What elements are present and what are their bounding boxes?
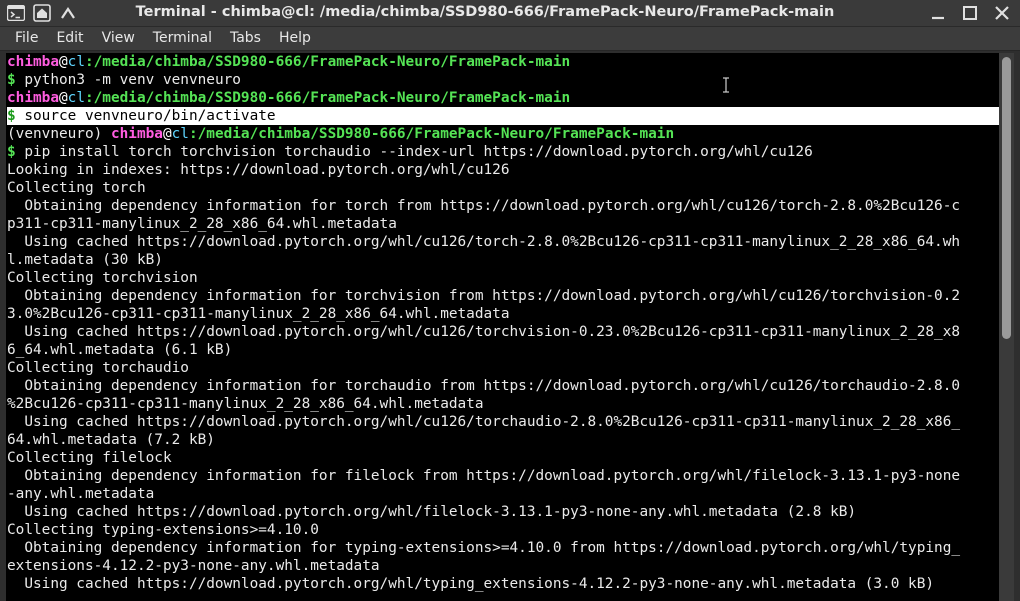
terminal-line: Obtaining dependency information for tor… — [7, 287, 999, 305]
terminal-line: p311-cp311-manylinux_2_28_x86_64.whl.met… — [7, 215, 999, 233]
prompt-at: @ — [162, 126, 172, 142]
output-text: %2Bcu126-cp311-cp311-manylinux_2_28_x86_… — [7, 396, 484, 412]
menu-file[interactable]: File — [6, 27, 47, 50]
output-text: Collecting torchvision — [7, 270, 198, 286]
terminal-line: 6_64.whl.metadata (6.1 kB) — [7, 341, 999, 359]
prompt-symbol: $ — [7, 72, 16, 88]
terminal-line: %2Bcu126-cp311-cp311-manylinux_2_28_x86_… — [7, 395, 999, 413]
output-text: 6_64.whl.metadata (6.1 kB) — [7, 342, 233, 358]
terminal-line: Collecting torchvision — [7, 269, 999, 287]
terminal-line: Using cached https://download.pytorch.or… — [7, 413, 999, 431]
output-text: Collecting torch — [7, 180, 146, 196]
command-text: python3 -m venv venvneuro — [15, 72, 241, 88]
terminal-line: (venvneuro) chimba@cl:/media/chimba/SSD9… — [7, 125, 999, 143]
output-text: Using cached https://download.pytorch.or… — [7, 414, 961, 430]
output-text: Using cached https://download.pytorch.or… — [7, 324, 961, 340]
prompt-symbol: $ — [7, 144, 16, 160]
prompt-path: :/media/chimba/SSD980-666/FramePack-Neur… — [188, 126, 675, 142]
window-menu-icon[interactable] — [32, 3, 52, 23]
terminal-line: Using cached https://download.pytorch.or… — [7, 575, 999, 593]
terminal-line: Using cached https://download.pytorch.or… — [7, 503, 999, 521]
mouse-ibeam-cursor-icon — [723, 77, 729, 93]
output-text: Obtaining dependency information for tor… — [7, 378, 961, 394]
prompt-symbol: $ — [7, 108, 16, 124]
output-text: l.metadata (30 kB) — [7, 252, 163, 268]
terminal-line: $ python3 -m venv venvneuro — [7, 71, 999, 89]
vertical-scrollbar[interactable] — [999, 53, 1014, 601]
output-text: Collecting typing-extensions>=4.10.0 — [7, 522, 319, 538]
terminal-line: chimba@cl:/media/chimba/SSD980-666/Frame… — [7, 53, 999, 71]
prompt-path: :/media/chimba/SSD980-666/FramePack-Neur… — [84, 54, 571, 70]
prompt-user: chimba — [110, 126, 163, 142]
output-text: Using cached https://download.pytorch.or… — [7, 504, 857, 520]
output-text: Collecting torchaudio — [7, 360, 189, 376]
terminal-icon[interactable] — [6, 3, 26, 23]
command-text: pip install torch torchvision torchaudio… — [15, 144, 813, 160]
terminal-line: -any.whl.metadata — [7, 485, 999, 503]
terminal-line: Obtaining dependency information for tor… — [7, 197, 999, 215]
terminal-line: $ pip install torch torchvision torchaud… — [7, 143, 999, 161]
output-text: extensions-4.12.2-py3-none-any.whl.metad… — [7, 558, 380, 574]
output-text: Obtaining dependency information for tor… — [7, 288, 961, 304]
terminal-line: Obtaining dependency information for fil… — [7, 467, 999, 485]
minimize-icon[interactable] — [928, 3, 948, 23]
output-text: p311-cp311-manylinux_2_28_x86_64.whl.met… — [7, 216, 397, 232]
terminal-line: Collecting torchaudio — [7, 359, 999, 377]
terminal-line: chimba@cl:/media/chimba/SSD980-666/Frame… — [7, 89, 999, 107]
prompt-host: cl — [171, 126, 189, 142]
output-text: 3.0%2Bcu126-cp311-cp311-manylinux_2_28_x… — [7, 306, 510, 322]
output-text: Obtaining dependency information for fil… — [7, 468, 961, 484]
prompt-user: chimba — [7, 54, 59, 70]
title-bar[interactable]: Terminal - chimba@cl: /media/chimba/SSD9… — [0, 0, 1020, 27]
menu-terminal[interactable]: Terminal — [144, 27, 221, 50]
output-text: -any.whl.metadata — [7, 486, 155, 502]
terminal-line: extensions-4.12.2-py3-none-any.whl.metad… — [7, 557, 999, 575]
menu-help[interactable]: Help — [270, 27, 320, 50]
terminal-line: 64.whl.metadata (7.2 kB) — [7, 431, 999, 449]
terminal-line: Using cached https://download.pytorch.or… — [7, 233, 999, 251]
terminal-line: Collecting filelock — [7, 449, 999, 467]
output-text: Using cached https://download.pytorch.or… — [7, 234, 961, 250]
command-text: source venvneuro/bin/activate — [15, 108, 276, 124]
prompt-at: @ — [58, 54, 68, 70]
menu-tabs[interactable]: Tabs — [221, 27, 270, 50]
output-text: Obtaining dependency information for tor… — [7, 198, 961, 214]
terminal-line: Looking in indexes: https://download.pyt… — [7, 161, 999, 179]
output-text: 64.whl.metadata (7.2 kB) — [7, 432, 215, 448]
prompt-host: cl — [67, 90, 85, 106]
terminal-window: Terminal - chimba@cl: /media/chimba/SSD9… — [0, 0, 1020, 601]
output-text: Obtaining dependency information for typ… — [7, 540, 961, 556]
terminal-line: l.metadata (30 kB) — [7, 251, 999, 269]
menu-edit[interactable]: Edit — [47, 27, 92, 50]
prompt-host: cl — [67, 54, 85, 70]
menu-bar: File Edit View Terminal Tabs Help — [0, 27, 1020, 51]
terminal-line: Obtaining dependency information for typ… — [7, 539, 999, 557]
output-text: Using cached https://download.pytorch.or… — [7, 576, 935, 592]
prompt-at: @ — [58, 90, 68, 106]
prompt-user: chimba — [7, 90, 59, 106]
terminal-line: 3.0%2Bcu126-cp311-cp311-manylinux_2_28_x… — [7, 305, 999, 323]
terminal-line: Obtaining dependency information for tor… — [7, 377, 999, 395]
maximize-icon[interactable] — [960, 3, 980, 23]
scrollbar-thumb[interactable] — [1002, 57, 1011, 339]
window-title: Terminal - chimba@cl: /media/chimba/SSD9… — [135, 4, 835, 20]
terminal-line: Using cached https://download.pytorch.or… — [7, 323, 999, 341]
terminal-line: Collecting torch — [7, 179, 999, 197]
terminal-output[interactable]: chimba@cl:/media/chimba/SSD980-666/Frame… — [6, 53, 999, 601]
menu-view[interactable]: View — [93, 27, 144, 50]
prompt-path: :/media/chimba/SSD980-666/FramePack-Neur… — [84, 90, 571, 106]
terminal-line: $ source venvneuro/bin/activate — [7, 107, 999, 125]
venv-label: (venvneuro) — [7, 126, 111, 142]
close-icon[interactable] — [992, 3, 1012, 23]
output-text: Looking in indexes: https://download.pyt… — [7, 162, 510, 178]
output-text: Collecting filelock — [7, 450, 172, 466]
terminal-line: Collecting typing-extensions>=4.10.0 — [7, 521, 999, 539]
